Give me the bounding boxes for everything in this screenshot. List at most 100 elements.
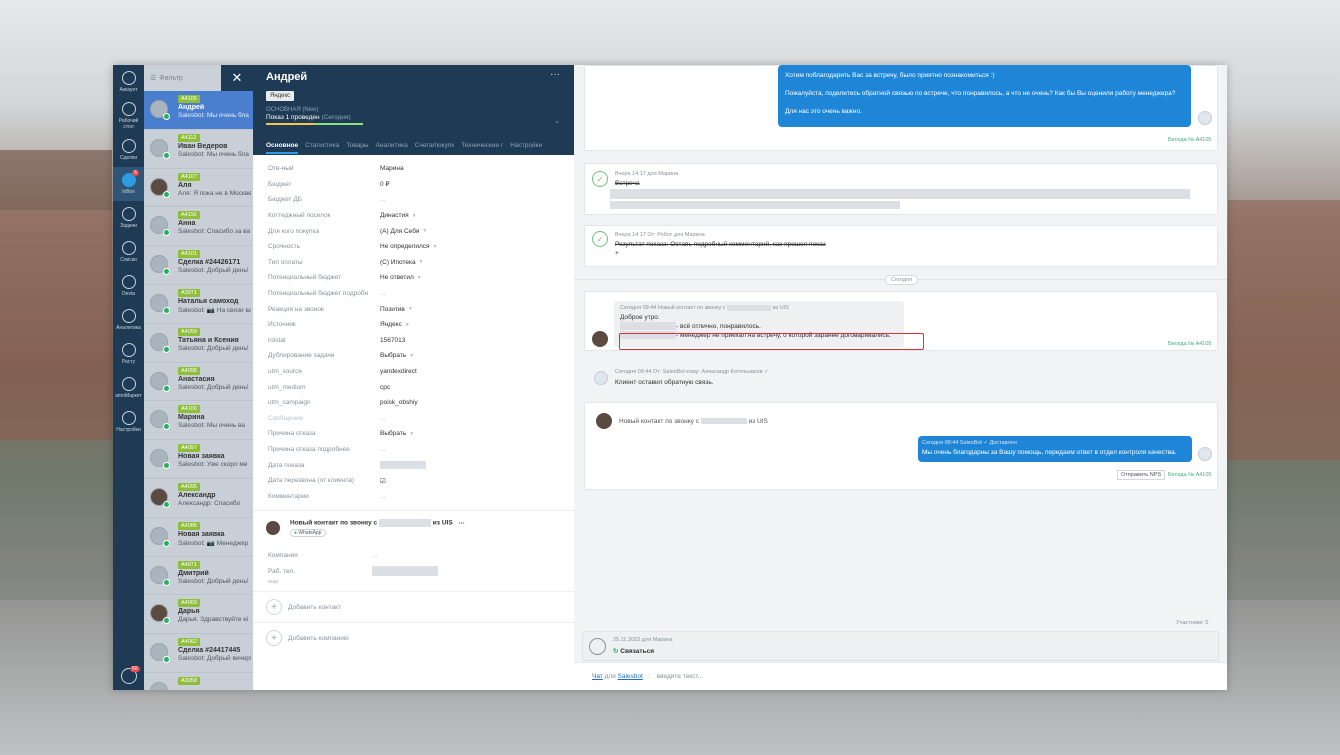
field-value[interactable]: Марина (380, 165, 404, 172)
message-input-bar[interactable]: Чат для Salesbot : введите текст... (574, 662, 1227, 690)
list-item[interactable]: А4071 Дмитрий Salesbot: Добрый день! (144, 556, 253, 596)
filter-input[interactable]: Фильтр (159, 75, 183, 82)
field-value[interactable]: poisk_obshiy (380, 399, 418, 406)
filter-bar[interactable]: ☰ Фильтр ✕ (144, 65, 253, 91)
field-value[interactable]: ... (380, 196, 385, 203)
field-value[interactable]: Не ответил (380, 274, 414, 281)
field-value[interactable]: 0 ₽ (380, 180, 390, 188)
tab-4[interactable]: Счета/покупк (415, 142, 454, 149)
nav-item-amomarket[interactable]: amoМаркет (113, 371, 144, 405)
field-value[interactable]: Выбрать (380, 352, 406, 359)
field-value[interactable]: ... (380, 290, 385, 297)
nav-item-deals[interactable]: Сделки (113, 133, 144, 167)
field-label: utm_source (268, 368, 302, 376)
field-value[interactable]: ... (380, 415, 385, 422)
chevron-down-icon[interactable]: ⌄ (554, 117, 560, 125)
stage-selector[interactable]: Показ 1 проведен (Сегодня) (266, 114, 561, 121)
list-item[interactable]: А4100 Марина Salesbot: Мы очень ва (144, 401, 253, 441)
notifications-button[interactable]: 60 (113, 664, 144, 688)
list-item[interactable]: А4105 Андрей Salesbot: Мы очень бла (144, 91, 253, 130)
source-tag[interactable]: Яндекс (266, 91, 295, 101)
close-button[interactable]: ✕ (221, 65, 253, 91)
conversation-link[interactable]: Беседа № А4105 (1168, 472, 1211, 478)
contact-more-icon[interactable]: ··· (458, 520, 465, 527)
more-menu-button[interactable]: ··· (550, 69, 560, 80)
conversation-link[interactable]: Беседа № А4105 (1168, 137, 1211, 143)
add-contact-button[interactable]: + Добавить контакт (253, 591, 574, 622)
nav-item-devta[interactable]: Devta (113, 269, 144, 303)
list-item[interactable]: А3958 (144, 672, 253, 690)
field-value[interactable]: ☑ (380, 477, 386, 485)
unread-badge: 5 (132, 170, 139, 176)
list-item-name: Аля (178, 181, 192, 189)
list-item[interactable]: А4098 Анастасия Salesbot: Добрый день! (144, 362, 253, 402)
field-value[interactable]: Позитив (380, 306, 405, 313)
list-item[interactable]: А4101 Сделка #24426171 Salesbot: Добрый де… (144, 246, 253, 285)
lead-title[interactable]: Андрей (266, 71, 561, 83)
field-value[interactable]: cpc (380, 384, 390, 391)
field-value[interactable]: (А) Для Себя (380, 228, 419, 235)
list-item-name: Марина (178, 414, 205, 422)
tab-1[interactable]: Статистика (305, 142, 339, 149)
field-value[interactable]: ... (380, 493, 385, 500)
nav-item-settings[interactable]: Настройки (113, 405, 144, 439)
recipient-link[interactable]: Salesbot (618, 673, 643, 680)
nav-item-account[interactable]: Аккаунт (113, 65, 144, 99)
list-item-name: Александр (178, 491, 216, 499)
field-value[interactable] (380, 461, 426, 470)
nav-item-lists[interactable]: Списки (113, 235, 144, 269)
list-item[interactable]: А4112 Иван Ведеров Salesbot: Мы очень бла (144, 129, 253, 169)
list-item[interactable]: А4095 Александр Александр: Спасибо (144, 478, 253, 518)
field-label: Сообщение (268, 414, 304, 422)
field-row: utm_source yandexdirect (268, 364, 561, 380)
contact-line-text: Новый контакт по звонку с (619, 418, 699, 425)
chevron-down-icon: ▼ (416, 274, 422, 281)
list-item[interactable]: А4107 Аля Аля: Я пока не в Москве (144, 168, 253, 208)
list-item[interactable]: А4086 Новая заявка Salesbot: 📷 Менеджер (144, 517, 253, 557)
list-item[interactable]: А4110 Анна Salesbot: Спасибо за ва (144, 207, 253, 247)
chevron-down-icon: ▼ (432, 243, 438, 250)
contact-more-link[interactable]: еще (266, 579, 561, 585)
message-input[interactable]: введите текст... (657, 673, 703, 680)
list-item[interactable]: А4097 Новая заявка Salesbot: Уже скоро ме (144, 440, 253, 479)
nav-item-inbox[interactable]: InBox 5 (113, 167, 144, 201)
field-row: Дата перезвона (от клиента) ☑ (268, 473, 561, 489)
nav-item-tasks[interactable]: Задачи (113, 201, 144, 235)
field-value[interactable]: Династия (380, 212, 409, 219)
tab-3[interactable]: Аналитика (376, 142, 408, 149)
blurred-name (620, 322, 676, 331)
field-value[interactable]: yandexdirect (380, 368, 417, 375)
field-value[interactable]: 1567013 (380, 337, 405, 344)
nav-item-rasty[interactable]: Расту (113, 337, 144, 371)
tab-2[interactable]: Товары (346, 142, 368, 149)
nav-item-analytics[interactable]: Аналитика (113, 303, 144, 337)
list-item[interactable]: А4062 Сделка #24417445 Salesbot: Добрый ве… (144, 634, 253, 673)
list-item[interactable]: А4099 Татьяна и Ксения Salesbot: Добрый де… (144, 323, 253, 363)
tab-0[interactable]: Основное (266, 142, 299, 154)
conversation-link[interactable]: Беседа № А4105 (1168, 341, 1211, 347)
tab-5[interactable]: Технические г (461, 142, 503, 149)
add-company-button[interactable]: + Добавить компанию (253, 622, 574, 653)
whatsapp-chip[interactable]: ● WhatsApp (290, 529, 326, 538)
date-divider: Сегодня (885, 275, 919, 285)
field-row: Причина отказа подробнее... (268, 442, 561, 458)
field-label: Тип оплаты (268, 258, 303, 266)
list-item[interactable]: А3971 Наталья самоход Salesbot: 📷 На связи… (144, 284, 253, 324)
field-value[interactable]: (С) Ипотека (380, 259, 416, 266)
check-icon: ✓ (592, 171, 608, 187)
field-value[interactable]: Выбрать (380, 430, 406, 437)
send-nps-button[interactable]: Отправить NPS (1117, 470, 1166, 480)
field-value[interactable]: Яндекс (380, 321, 402, 328)
blurred-phone[interactable] (372, 566, 438, 577)
lead-tag: А4069 (178, 599, 200, 608)
field-value[interactable]: Не определился (380, 243, 430, 250)
field-value[interactable]: ... (372, 552, 377, 559)
blurred-text (610, 201, 900, 209)
contact-title[interactable]: Новый контакт по звонку с из UIS ··· (290, 519, 561, 528)
task-item[interactable]: 25.11.2023 для Марина ↻ Связаться (582, 631, 1219, 661)
chat-type-link[interactable]: Чат (592, 673, 603, 680)
tab-6[interactable]: Настройки (510, 142, 542, 149)
field-value[interactable]: ... (380, 446, 385, 453)
nav-item-dashboard[interactable]: Рабочий стол (113, 99, 144, 133)
list-item[interactable]: А4069 Дарья Дарья: Здравствуйте ei (144, 595, 253, 635)
